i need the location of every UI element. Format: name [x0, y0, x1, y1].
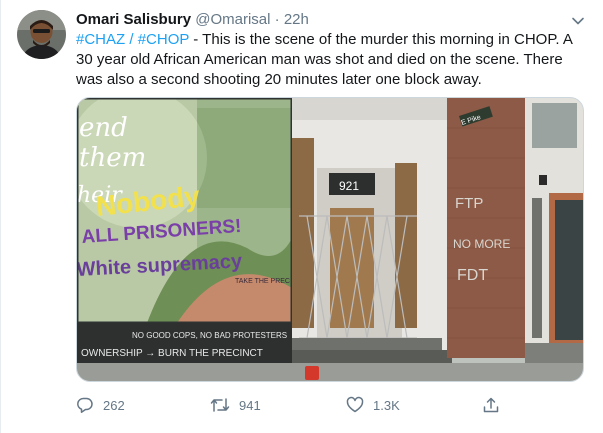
like-count: 1.3K — [373, 397, 400, 413]
retweet-button[interactable]: 941 — [210, 392, 261, 418]
graffiti-brick-3: FDT — [457, 267, 488, 284]
tweet[interactable]: Omari Salisbury @Omarisal · 22h #CHAZ / … — [1, 0, 603, 433]
mural-text-2: them — [79, 143, 146, 173]
hashtag-chaz[interactable]: #CHAZ — [76, 31, 125, 48]
reply-button[interactable]: 262 — [76, 392, 125, 418]
graffiti-base-1: NO GOOD COPS, NO BAD PROTESTERS — [132, 331, 287, 340]
graffiti-brick-1: FTP — [455, 195, 483, 212]
tweet-photo[interactable]: end them heir Nobody ALL PRISONERS! Whit… — [76, 97, 584, 382]
photo-scene: end them heir Nobody ALL PRISONERS! Whit… — [77, 98, 583, 381]
separator-dot: · — [274, 11, 280, 28]
graffiti-base-2: OWNERSHIP → BURN THE PRECINCT — [81, 348, 263, 359]
like-button[interactable]: 1.3K — [346, 392, 400, 418]
tweet-text: #CHAZ / #CHOP - This is the scene of the… — [76, 30, 586, 90]
tweet-header: Omari Salisbury @Omarisal · 22h — [76, 10, 309, 30]
share-icon — [483, 397, 499, 413]
timestamp[interactable]: 22h — [284, 11, 309, 28]
hashtag-chop[interactable]: #CHOP — [138, 31, 189, 48]
avatar[interactable] — [17, 10, 66, 59]
graffiti-brick-2: NO MORE — [453, 237, 510, 251]
tweet-actions: 262 941 1.3K — [76, 392, 506, 418]
heart-icon — [346, 396, 364, 413]
author-handle[interactable]: @Omarisal — [195, 11, 270, 28]
more-options-chevron-icon[interactable] — [567, 10, 589, 32]
reply-icon — [77, 397, 93, 413]
mural-text-1: end — [79, 113, 128, 143]
author-name[interactable]: Omari Salisbury — [76, 11, 191, 28]
hashtag-separator: / — [125, 31, 138, 48]
share-button[interactable] — [482, 392, 500, 418]
address-number: 921 — [339, 179, 359, 193]
retweet-icon — [210, 398, 230, 412]
retweet-count: 941 — [239, 397, 261, 413]
reply-count: 262 — [103, 397, 125, 413]
